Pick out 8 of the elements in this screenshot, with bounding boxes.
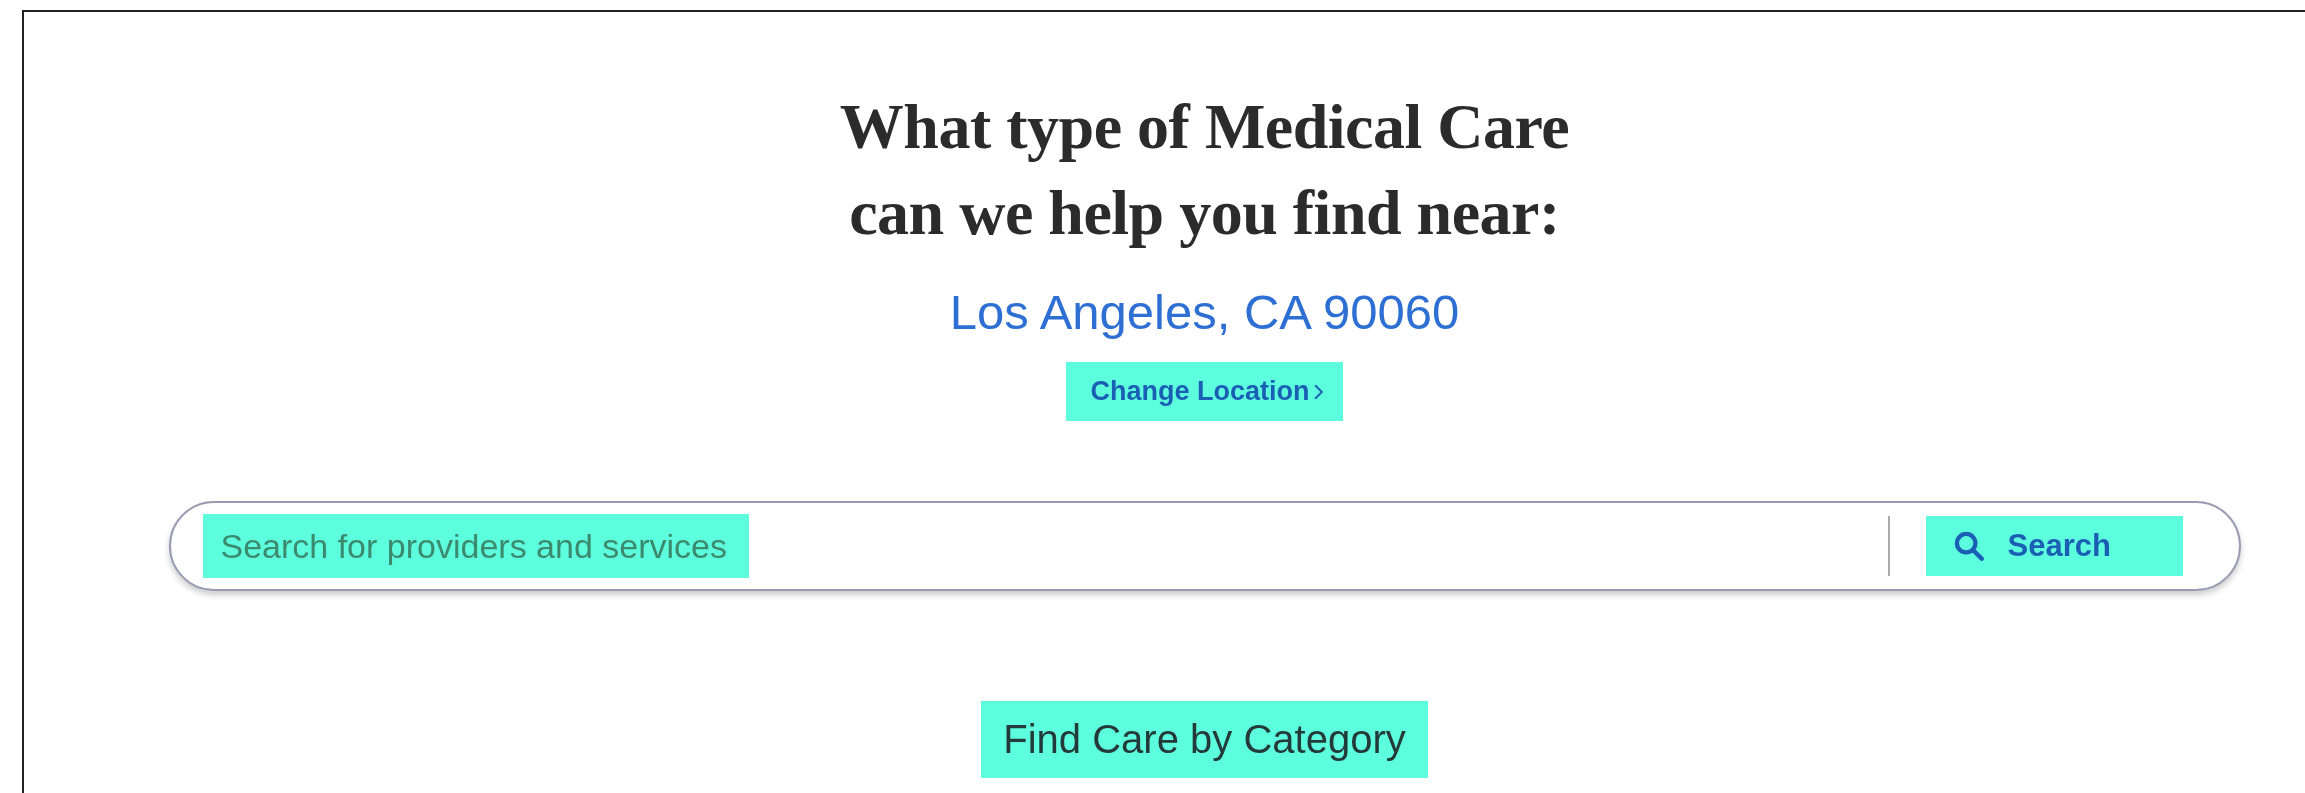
category-heading: Find Care by Category: [981, 701, 1428, 778]
chevron-right-icon: [1313, 383, 1323, 400]
search-field[interactable]: Search for providers and services: [202, 514, 749, 578]
change-location-link[interactable]: Change Location: [1066, 362, 1343, 421]
page-heading: What type of Medical Care can we help you find near:: [839, 90, 1570, 250]
location-text: Los Angeles, CA 90060: [949, 284, 1460, 341]
search-bar[interactable]: Search for providers and services Search: [168, 501, 2241, 591]
search-button[interactable]: Search: [1925, 516, 2183, 576]
